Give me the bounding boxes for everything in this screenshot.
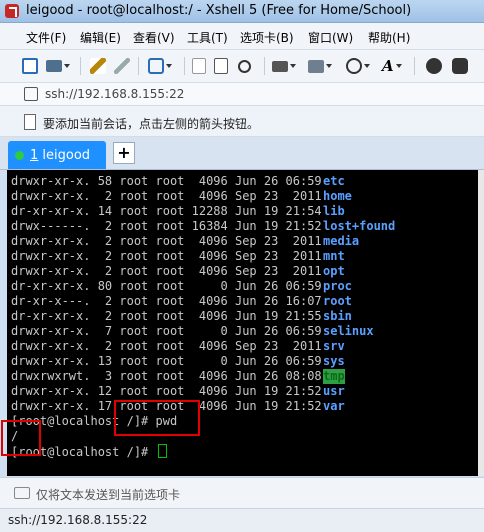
listing-name: usr: [323, 384, 345, 398]
copy-icon[interactable]: [192, 57, 206, 75]
listing-name: lib: [323, 204, 345, 218]
add-tab-button[interactable]: +: [113, 142, 135, 164]
listing-row: drwxr-xr-x. 12 root root 4096 Jun 19 21:…: [11, 384, 345, 399]
listing-name: media: [323, 234, 360, 248]
terminal[interactable]: [root@localhost /]# pwd / [root@localhos…: [7, 170, 484, 476]
listing-name: sys: [323, 354, 345, 368]
listing-name: sbin: [323, 309, 352, 323]
listing-name: home: [323, 189, 352, 203]
listing-row: drwxr-xr-x. 58 root root 4096 Jun 26 06:…: [11, 174, 345, 189]
listing-name: var: [323, 399, 345, 413]
menu-file[interactable]: 文件(F): [26, 29, 66, 46]
listing-name: srv: [323, 339, 345, 353]
listing-row: dr-xr-xr-x. 14 root root 12288 Jun 19 21…: [11, 204, 345, 219]
new-session-icon[interactable]: [22, 57, 38, 75]
menu-help[interactable]: 帮助(H): [368, 29, 410, 46]
listing-row: drwx------. 2 root root 16384 Jun 19 21:…: [11, 219, 395, 234]
listing-name: etc: [323, 174, 345, 188]
listing-row: drwxr-xr-x. 2 root root 4096 Sep 23 2011…: [11, 249, 345, 264]
menu-view[interactable]: 查看(V): [133, 29, 175, 46]
tab-bar: 1 leigood +: [0, 137, 484, 170]
listing-name: mnt: [323, 249, 345, 263]
menu-tools[interactable]: 工具(T): [187, 29, 228, 46]
settings-icon[interactable]: [148, 57, 172, 75]
font-icon[interactable]: A: [382, 57, 402, 75]
lock-icon: [24, 87, 38, 101]
listing-name: opt: [323, 264, 345, 278]
annotation-box-output: [1, 420, 41, 456]
find-icon[interactable]: [238, 57, 251, 75]
status-connection: ssh://192.168.8.155:22: [8, 513, 148, 527]
listing-row: drwxr-xr-x. 2 root root 4096 Sep 23 2011…: [11, 189, 352, 204]
listing-meta: drwxr-xr-x. 13 root root 0 Jun 26 06:59: [11, 354, 322, 368]
menu-edit[interactable]: 编辑(E): [80, 29, 121, 46]
listing-meta: drwxr-xr-x. 2 root root 4096 Sep 23 2011: [11, 234, 322, 248]
connected-status-icon: [15, 151, 24, 160]
listing-meta: drwxr-xr-x. 2 root root 4096 Sep 23 2011: [11, 339, 322, 353]
listing-meta: dr-xr-xr-x. 80 root root 0 Jun 26 06:59: [11, 279, 322, 293]
session-hint-bar: 要添加当前会话，点击左侧的箭头按钮。: [0, 106, 484, 137]
listing-row: drwxrwxrwt. 3 root root 4096 Jun 26 08:0…: [11, 369, 345, 384]
listing-row: drwxr-xr-x. 2 root root 4096 Sep 23 2011…: [11, 339, 345, 354]
listing-row: dr-xr-x---. 2 root root 4096 Jun 26 16:0…: [11, 294, 352, 309]
listing-row: drwxr-xr-x. 13 root root 0 Jun 26 06:59 s…: [11, 354, 345, 369]
listing-meta: drwxr-xr-x. 2 root root 4096 Sep 23 2011: [11, 249, 322, 263]
title-bar[interactable]: leigood - root@localhost:/ - Xshell 5 (F…: [0, 0, 484, 23]
listing-meta: drwxr-xr-x. 12 root root 4096 Jun 19 21:…: [11, 384, 322, 398]
cursor: [157, 444, 167, 458]
bookmark-icon[interactable]: [24, 114, 36, 130]
listing-row: drwxr-xr-x. 7 root root 0 Jun 26 06:59 se…: [11, 324, 374, 339]
listing-name: lost+found: [323, 219, 396, 233]
listing-row: drwxr-xr-x. 2 root root 4096 Sep 23 2011…: [11, 264, 345, 279]
tab-leigood[interactable]: 1 leigood: [8, 141, 106, 169]
transfer-icon[interactable]: [308, 57, 332, 75]
disconnect-icon[interactable]: [114, 57, 130, 75]
toolbar: A: [0, 50, 484, 83]
script-icon[interactable]: [452, 57, 468, 75]
listing-row: drwxr-xr-x. 2 root root 4096 Sep 23 2011…: [11, 234, 359, 249]
menu-bar: 文件(F) 编辑(E) 查看(V) 工具(T) 选项卡(B) 窗口(W) 帮助(…: [0, 23, 484, 50]
listing-meta: dr-xr-xr-x. 14 root root 12288 Jun 19 21…: [11, 204, 322, 218]
address-bar[interactable]: ssh://192.168.8.155:22: [0, 83, 484, 106]
listing-name: proc: [323, 279, 352, 293]
open-folder-icon[interactable]: [46, 57, 70, 75]
listing-meta: dr-xr-x---. 2 root root 4096 Jun 26 16:0…: [11, 294, 322, 308]
listing-row: dr-xr-xr-x. 80 root root 0 Jun 26 06:59 p…: [11, 279, 352, 294]
menu-window[interactable]: 窗口(W): [308, 29, 353, 46]
window-title: leigood - root@localhost:/ - Xshell 5 (F…: [26, 3, 412, 18]
listing-name: root: [323, 294, 352, 308]
send-input[interactable]: 仅将文本发送到当前选项卡: [36, 486, 180, 503]
menu-tabs[interactable]: 选项卡(B): [240, 29, 294, 46]
keyboard-icon: [14, 487, 30, 499]
listing-meta: drwxr-xr-x. 2 root root 4096 Sep 23 2011: [11, 264, 322, 278]
listing-name: tmp: [323, 369, 345, 384]
paste-icon[interactable]: [214, 57, 228, 75]
listing-row: dr-xr-xr-x. 2 root root 4096 Jun 19 21:5…: [11, 309, 352, 324]
address-field[interactable]: ssh://192.168.8.155:22: [45, 87, 184, 101]
listing-meta: drwxr-xr-x. 7 root root 0 Jun 26 06:59: [11, 324, 322, 338]
session-hint-text: 要添加当前会话，点击左侧的箭头按钮。: [43, 117, 260, 131]
tab-label: 1 leigood: [30, 148, 91, 163]
annotation-box-pwd: [114, 400, 200, 436]
print-icon[interactable]: [272, 57, 296, 75]
listing-meta: drwxrwxrwt. 3 root root 4096 Jun 26 08:0…: [11, 369, 322, 383]
terminal-scrollbar[interactable]: [478, 170, 484, 476]
globe-icon[interactable]: [346, 57, 370, 75]
listing-meta: drwxr-xr-x. 2 root root 4096 Sep 23 2011: [11, 189, 322, 203]
listing-meta: drwx------. 2 root root 16384 Jun 19 21:…: [11, 219, 322, 233]
xftp-icon[interactable]: [426, 57, 442, 75]
listing-meta: dr-xr-xr-x. 2 root root 4096 Jun 19 21:5…: [11, 309, 322, 323]
listing-name: selinux: [323, 324, 374, 338]
xshell-app-icon: [5, 4, 19, 18]
status-bar: ssh://192.168.8.155:22: [0, 508, 484, 532]
pen-icon[interactable]: [90, 57, 106, 75]
listing-meta: drwxr-xr-x. 58 root root 4096 Jun 26 06:…: [11, 174, 322, 188]
send-bar[interactable]: 仅将文本发送到当前选项卡: [0, 477, 484, 508]
